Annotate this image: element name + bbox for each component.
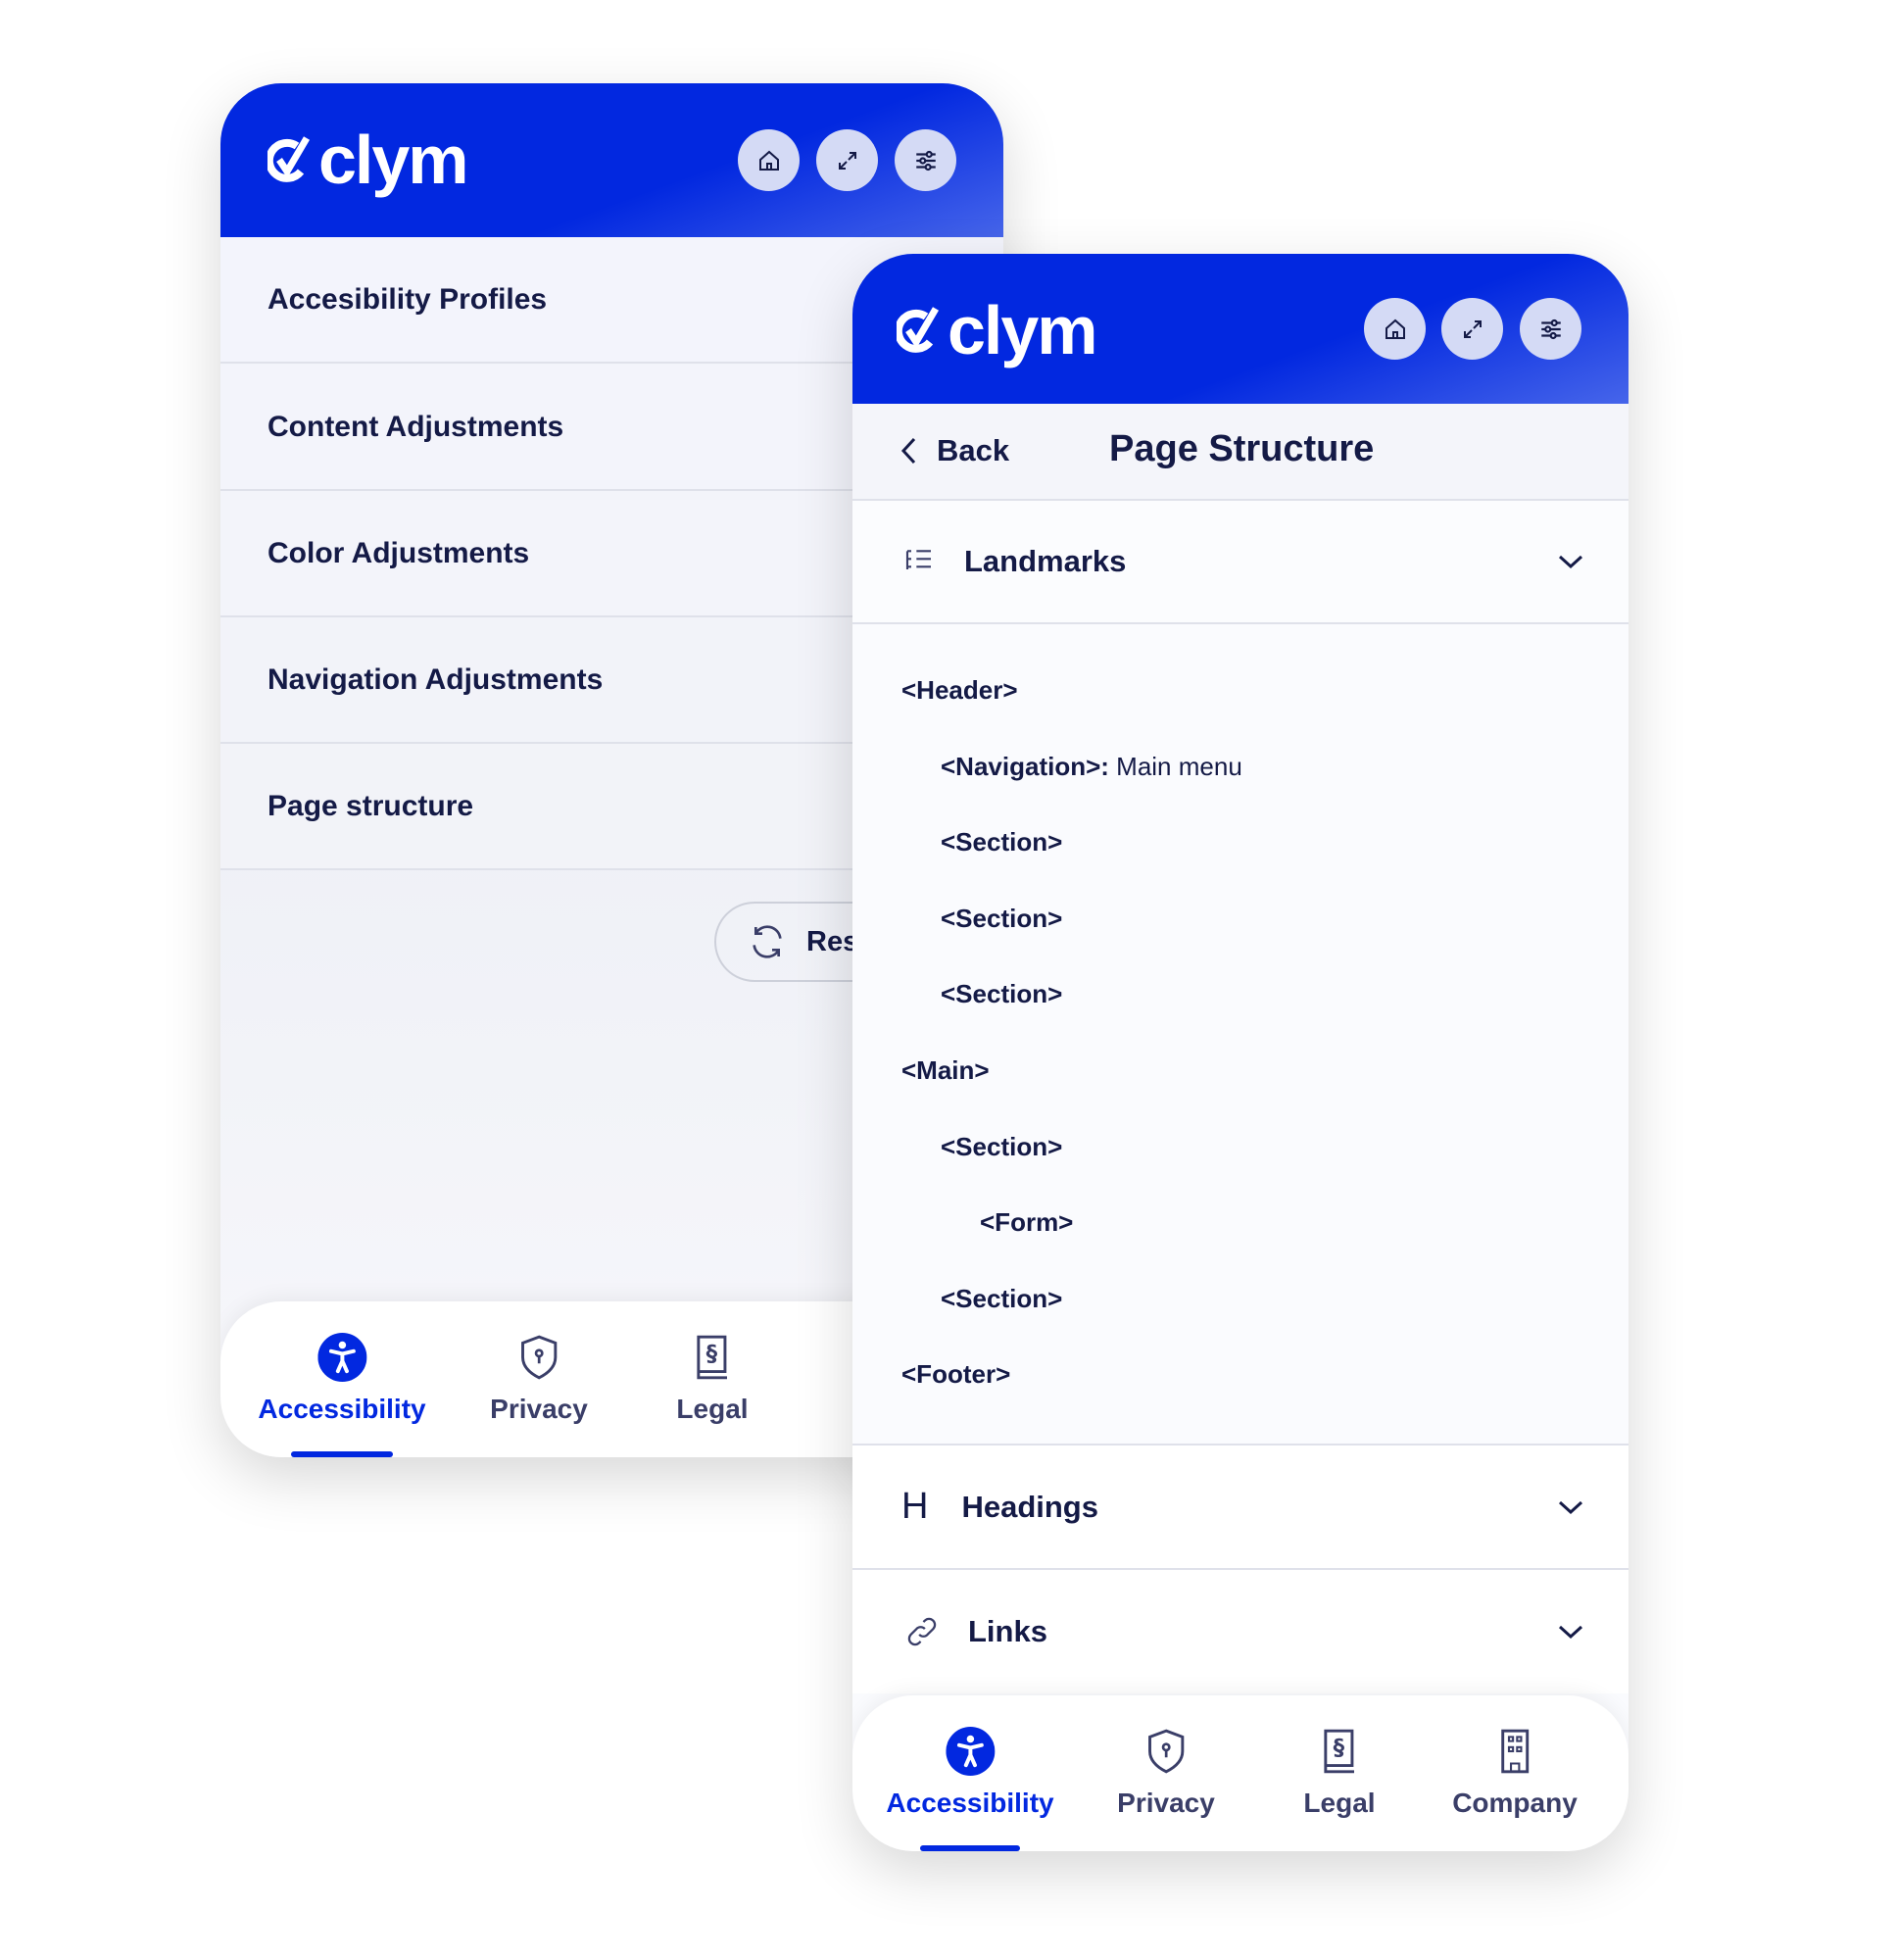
expand-button[interactable]	[816, 129, 878, 191]
check-logo-icon	[267, 136, 311, 182]
home-button[interactable]	[738, 129, 800, 191]
active-tab-indicator	[291, 1451, 393, 1457]
tab-accessibility[interactable]: Accessibility	[886, 1727, 1054, 1819]
landmark-item[interactable]: <Footer>	[901, 1359, 1010, 1390]
tab-accessibility[interactable]: Accessibility	[258, 1333, 426, 1425]
back-label: Back	[937, 433, 1010, 467]
expand-button[interactable]	[1441, 298, 1503, 360]
tab-label: Legal	[676, 1394, 749, 1424]
chevron-left-icon	[900, 437, 916, 465]
tab-label: Privacy	[1117, 1788, 1215, 1818]
refresh-icon	[753, 925, 782, 958]
shield-keyhole-icon	[1147, 1729, 1185, 1774]
landmark-tag: <Form>	[980, 1207, 1074, 1238]
tab-legal[interactable]: § Legal	[1303, 1727, 1376, 1819]
tab-label: Company	[1452, 1788, 1578, 1818]
landmark-item[interactable]: <Section>	[941, 904, 1062, 934]
settings-button[interactable]	[895, 129, 956, 191]
check-logo-icon	[897, 307, 940, 353]
landmarks-list-icon	[905, 550, 931, 569]
clym-logo: clym	[267, 121, 469, 199]
panel-header: clym	[220, 83, 1003, 237]
legal-book-icon: §	[1323, 1729, 1354, 1774]
shield-keyhole-icon	[520, 1335, 558, 1380]
landmark-item[interactable]: <Section>	[941, 1132, 1062, 1162]
menu-label: Page structure	[267, 789, 474, 822]
chevron-down-icon	[1558, 1625, 1583, 1640]
landmark-tag: <Main>	[901, 1055, 990, 1085]
landmark-tag: <Navigation>:	[941, 751, 1109, 781]
logo-text: clym	[948, 292, 1098, 368]
back-row: Back Page Structure	[852, 404, 1629, 501]
landmark-tag: <Section>	[941, 827, 1063, 858]
settings-button[interactable]	[1520, 298, 1581, 360]
landmark-item[interactable]: <Header>	[901, 675, 1018, 706]
bottom-nav: Accessibility Privacy § Legal Company	[852, 1695, 1629, 1851]
landmark-tag: <Footer>	[901, 1359, 1011, 1390]
svg-text:§: §	[1333, 1736, 1344, 1761]
tab-label: Accessibility	[886, 1788, 1054, 1818]
link-icon	[907, 1617, 937, 1646]
landmark-item[interactable]: <Section>	[941, 827, 1062, 858]
home-icon	[758, 150, 779, 171]
headings-accordion[interactable]: H Headings	[852, 1446, 1629, 1570]
expand-icon	[1463, 319, 1482, 338]
tab-label: Legal	[1303, 1788, 1376, 1818]
tab-legal[interactable]: § Legal	[676, 1333, 749, 1425]
landmark-item[interactable]: <Navigation>: Main menu	[941, 752, 1242, 782]
chevron-down-icon	[1558, 1500, 1583, 1514]
tab-label: Privacy	[490, 1394, 588, 1424]
landmarks-accordion[interactable]: Landmarks	[852, 501, 1629, 624]
settings-sliders-icon	[1540, 318, 1561, 339]
clym-logo: clym	[897, 291, 1098, 369]
section-label: Landmarks	[964, 544, 1127, 578]
landmark-tag: <Section>	[941, 1131, 1063, 1161]
tab-company[interactable]: Company	[1452, 1727, 1578, 1819]
legal-book-icon: §	[696, 1335, 727, 1380]
tab-privacy[interactable]: Privacy	[1117, 1727, 1215, 1819]
accessibility-icon	[945, 1727, 995, 1776]
reset-label: Res	[806, 925, 859, 957]
menu-label: Navigation Adjustments	[267, 662, 604, 696]
home-icon	[1385, 318, 1405, 339]
expand-icon	[838, 151, 856, 170]
menu-label: Color Adjustments	[267, 536, 530, 569]
landmark-item[interactable]: <Section>	[941, 979, 1062, 1009]
landmark-tag: <Section>	[941, 1283, 1063, 1313]
landmark-item[interactable]: <Section>	[941, 1284, 1062, 1314]
back-button[interactable]: Back	[899, 433, 1009, 468]
svg-text:§: §	[705, 1342, 717, 1367]
panel-header: clym	[852, 254, 1629, 404]
building-icon	[1501, 1729, 1529, 1774]
menu-label: Content Adjustments	[267, 410, 564, 443]
page-title: Page Structure	[1109, 428, 1375, 469]
landmark-item[interactable]: <Form>	[980, 1207, 1073, 1238]
logo-text: clym	[318, 122, 469, 198]
section-label: Headings	[961, 1489, 1098, 1524]
landmark-item[interactable]: <Main>	[901, 1055, 990, 1086]
landmark-tag: <Section>	[941, 979, 1063, 1009]
chevron-down-icon	[1558, 555, 1583, 569]
tab-label: Accessibility	[258, 1394, 426, 1424]
section-label: Links	[968, 1614, 1047, 1648]
landmark-label: Main menu	[1108, 751, 1242, 781]
settings-sliders-icon	[915, 150, 936, 171]
landmark-tag: <Header>	[901, 675, 1018, 705]
heading-h-icon: H	[901, 1486, 929, 1527]
menu-label: Accesibility Profiles	[267, 282, 548, 316]
landmark-tag: <Section>	[941, 903, 1063, 933]
links-accordion[interactable]: Links	[852, 1570, 1629, 1693]
active-tab-indicator	[920, 1845, 1020, 1851]
home-button[interactable]	[1364, 298, 1426, 360]
tab-privacy[interactable]: Privacy	[490, 1333, 588, 1425]
page-structure-panel: clym Back Page Structure Landmarks <Head…	[852, 254, 1629, 1851]
accessibility-icon	[316, 1333, 366, 1382]
